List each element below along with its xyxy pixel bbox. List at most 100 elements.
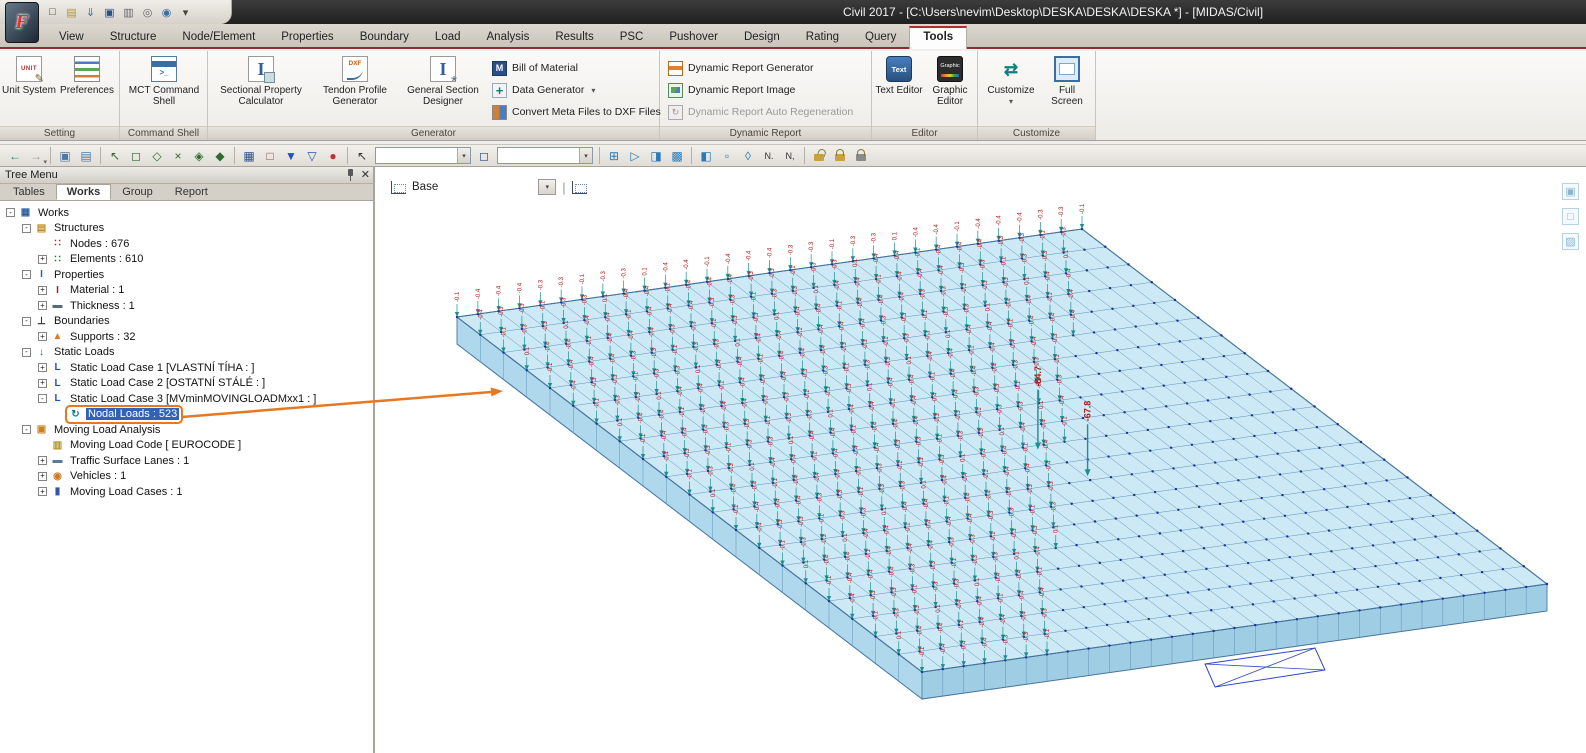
tree-expander-icon[interactable]: + [38, 487, 47, 496]
tree-expander-icon[interactable]: + [38, 379, 47, 388]
tree-item-static-load-case-3-mvminmovingloadmxx1[interactable]: -LStatic Load Case 3 [MVminMOVINGLOADMxx… [0, 391, 373, 407]
tree-expander-icon[interactable]: + [38, 301, 47, 310]
tree-expander-icon[interactable]: + [38, 472, 47, 481]
new-project-button[interactable]: □ [44, 4, 61, 21]
element-number-toggle-button[interactable]: N, [780, 146, 800, 165]
activate-all-button[interactable]: ● [323, 146, 343, 165]
tree-item-moving-load-analysis[interactable]: -▣Moving Load Analysis [0, 422, 373, 438]
tab-design[interactable]: Design [731, 26, 793, 49]
text-editor-button[interactable]: Text Text Editor [874, 53, 924, 125]
panel-tab-group[interactable]: Group [111, 184, 164, 200]
tree-expander-icon[interactable]: + [38, 363, 47, 372]
tree-expander-icon[interactable]: - [22, 348, 31, 357]
capture-model-view-button[interactable]: ▣ [55, 146, 75, 165]
tab-psc[interactable]: PSC [607, 26, 657, 49]
customize-button[interactable]: Customize [980, 53, 1042, 125]
tree-expander-icon[interactable]: - [22, 270, 31, 279]
tree-item-moving-load-code-eurocode[interactable]: ▥Moving Load Code [ EUROCODE ] [0, 438, 373, 454]
print-button[interactable]: ▥ [120, 4, 137, 21]
query-pointer-button[interactable]: ↖ [352, 146, 372, 165]
combo-dropdown-icon[interactable]: ▾ [579, 148, 592, 163]
open-project-button[interactable]: ▤ [63, 4, 80, 21]
unit-system-button[interactable]: UNIT Unit System [2, 53, 56, 125]
model-viewport[interactable]: -0.1-0.4-0.4-0.4-0.3-0.3-0.1-0.3-0.30.1-… [377, 167, 1586, 753]
tree-item-static-load-case-1-vlastn-t-ha[interactable]: +LStatic Load Case 1 [VLASTNÍ TÍHA : ] [0, 360, 373, 376]
select-window-button[interactable]: ◻ [126, 146, 146, 165]
convert-meta-files-button[interactable]: Convert Meta Files to DXF Files [492, 102, 661, 122]
tree-expander-icon[interactable]: - [22, 317, 31, 326]
select-all-button[interactable]: ▦ [239, 146, 259, 165]
graphic-editor-button[interactable]: Graphic Graphic Editor [924, 53, 976, 125]
zoom-previous-button[interactable]: ← [5, 146, 25, 165]
tree-expander-icon[interactable]: - [6, 208, 15, 217]
select-intersect-button[interactable]: × [168, 146, 188, 165]
sectional-property-calculator-button[interactable]: I Sectional Property Calculator [212, 53, 310, 125]
screen-capture-button[interactable]: ◉ [158, 4, 175, 21]
select-volume-button[interactable]: ◆ [210, 146, 230, 165]
tab-load[interactable]: Load [422, 26, 474, 49]
display-works-tree-button[interactable]: ▤ [76, 146, 96, 165]
tree-item-works[interactable]: -▦Works [0, 205, 373, 221]
zoom-next-button[interactable]: →▾ [26, 146, 46, 165]
model-lock-button[interactable] [851, 146, 871, 165]
tab-rating[interactable]: Rating [793, 26, 852, 49]
tendon-profile-generator-button[interactable]: DXF Tendon Profile Generator [312, 53, 398, 125]
node-number-toggle-button[interactable]: N. [759, 146, 779, 165]
hidden-surface-toggle-button[interactable]: ◧ [696, 146, 716, 165]
tab-analysis[interactable]: Analysis [474, 26, 543, 49]
activate-button[interactable]: ▼ [281, 146, 301, 165]
view-dropdown[interactable]: ▾ [538, 179, 556, 195]
select-single-button[interactable]: ↖ [105, 146, 125, 165]
general-section-designer-button[interactable]: I General Section Designer [400, 53, 486, 125]
tree-item-elements-610[interactable]: +∷Elements : 610 [0, 252, 373, 268]
extract-data-button[interactable]: ⊞ [604, 146, 624, 165]
tree-item-nodal-loads-523[interactable]: ↻Nodal Loads : 523 [0, 407, 373, 423]
tree-item-static-load-case-2-ostatn-st-l[interactable]: +LStatic Load Case 2 [OSTATNÍ STÁLÉ : ] [0, 376, 373, 392]
view-pan-icon[interactable]: □ [1562, 208, 1579, 225]
tree-item-material-1[interactable]: +IMaterial : 1 [0, 283, 373, 299]
close-panel-icon[interactable]: ✕ [361, 169, 370, 181]
bill-of-material-button[interactable]: M Bill of Material [492, 58, 578, 78]
display-option-button[interactable]: ▩ [667, 146, 687, 165]
save-button[interactable]: ▣ [101, 4, 118, 21]
tab-structure[interactable]: Structure [97, 26, 170, 49]
tree-item-nodes-676[interactable]: ∷Nodes : 676 [0, 236, 373, 252]
tab-boundary[interactable]: Boundary [347, 26, 422, 49]
pin-icon[interactable] [346, 169, 355, 181]
quick-access-dropdown[interactable]: ▾ [177, 4, 194, 21]
tree-item-structures[interactable]: -▤Structures [0, 221, 373, 237]
select-identity-button[interactable]: ◻ [474, 146, 494, 165]
tree-item-moving-load-cases-1[interactable]: +▮Moving Load Cases : 1 [0, 484, 373, 500]
tab-results[interactable]: Results [542, 26, 606, 49]
snap-lock-button[interactable] [830, 146, 850, 165]
data-generator-button[interactable]: Data Generator [492, 80, 595, 100]
midas-logo[interactable] [5, 2, 39, 43]
snap-unlock-button[interactable] [809, 146, 829, 165]
tab-view[interactable]: View [46, 26, 97, 49]
print-preview-button[interactable]: ◎ [139, 4, 156, 21]
named-selection-combo-1[interactable]: ▾ [375, 147, 471, 164]
panel-tab-report[interactable]: Report [164, 184, 219, 200]
mct-command-shell-button[interactable]: MCT Command Shell [124, 53, 204, 125]
tree-item-static-loads[interactable]: -↓Static Loads [0, 345, 373, 361]
dynamic-report-generator-button[interactable]: Dynamic Report Generator [668, 58, 813, 78]
tree-item-boundaries[interactable]: -⊥Boundaries [0, 314, 373, 330]
unselect-all-button[interactable]: □ [260, 146, 280, 165]
import-file-button[interactable]: ⇓ [82, 4, 99, 21]
perspective-toggle-button[interactable]: ◊ [738, 146, 758, 165]
model-canvas[interactable]: -0.1-0.4-0.4-0.4-0.3-0.3-0.1-0.3-0.30.1-… [377, 167, 1586, 753]
view-zoom-icon[interactable]: ▣ [1562, 183, 1579, 200]
shrink-elements-toggle-button[interactable]: ▫ [717, 146, 737, 165]
tree-expander-icon[interactable]: + [38, 286, 47, 295]
dynamic-report-capture-button[interactable]: ▷ [625, 146, 645, 165]
combo-dropdown-icon[interactable]: ▾ [457, 148, 470, 163]
select-polygon-button[interactable]: ◇ [147, 146, 167, 165]
tree-item-traffic-surface-lanes-1[interactable]: +▬Traffic Surface Lanes : 1 [0, 453, 373, 469]
tree-expander-icon[interactable]: - [22, 224, 31, 233]
tab-node-element[interactable]: Node/Element [169, 26, 268, 49]
tab-query[interactable]: Query [852, 26, 909, 49]
panel-tab-works[interactable]: Works [56, 184, 111, 200]
tree-item-thickness-1[interactable]: +▬Thickness : 1 [0, 298, 373, 314]
render-view-button[interactable]: ◨ [646, 146, 666, 165]
preferences-button[interactable]: Preferences [56, 53, 118, 125]
